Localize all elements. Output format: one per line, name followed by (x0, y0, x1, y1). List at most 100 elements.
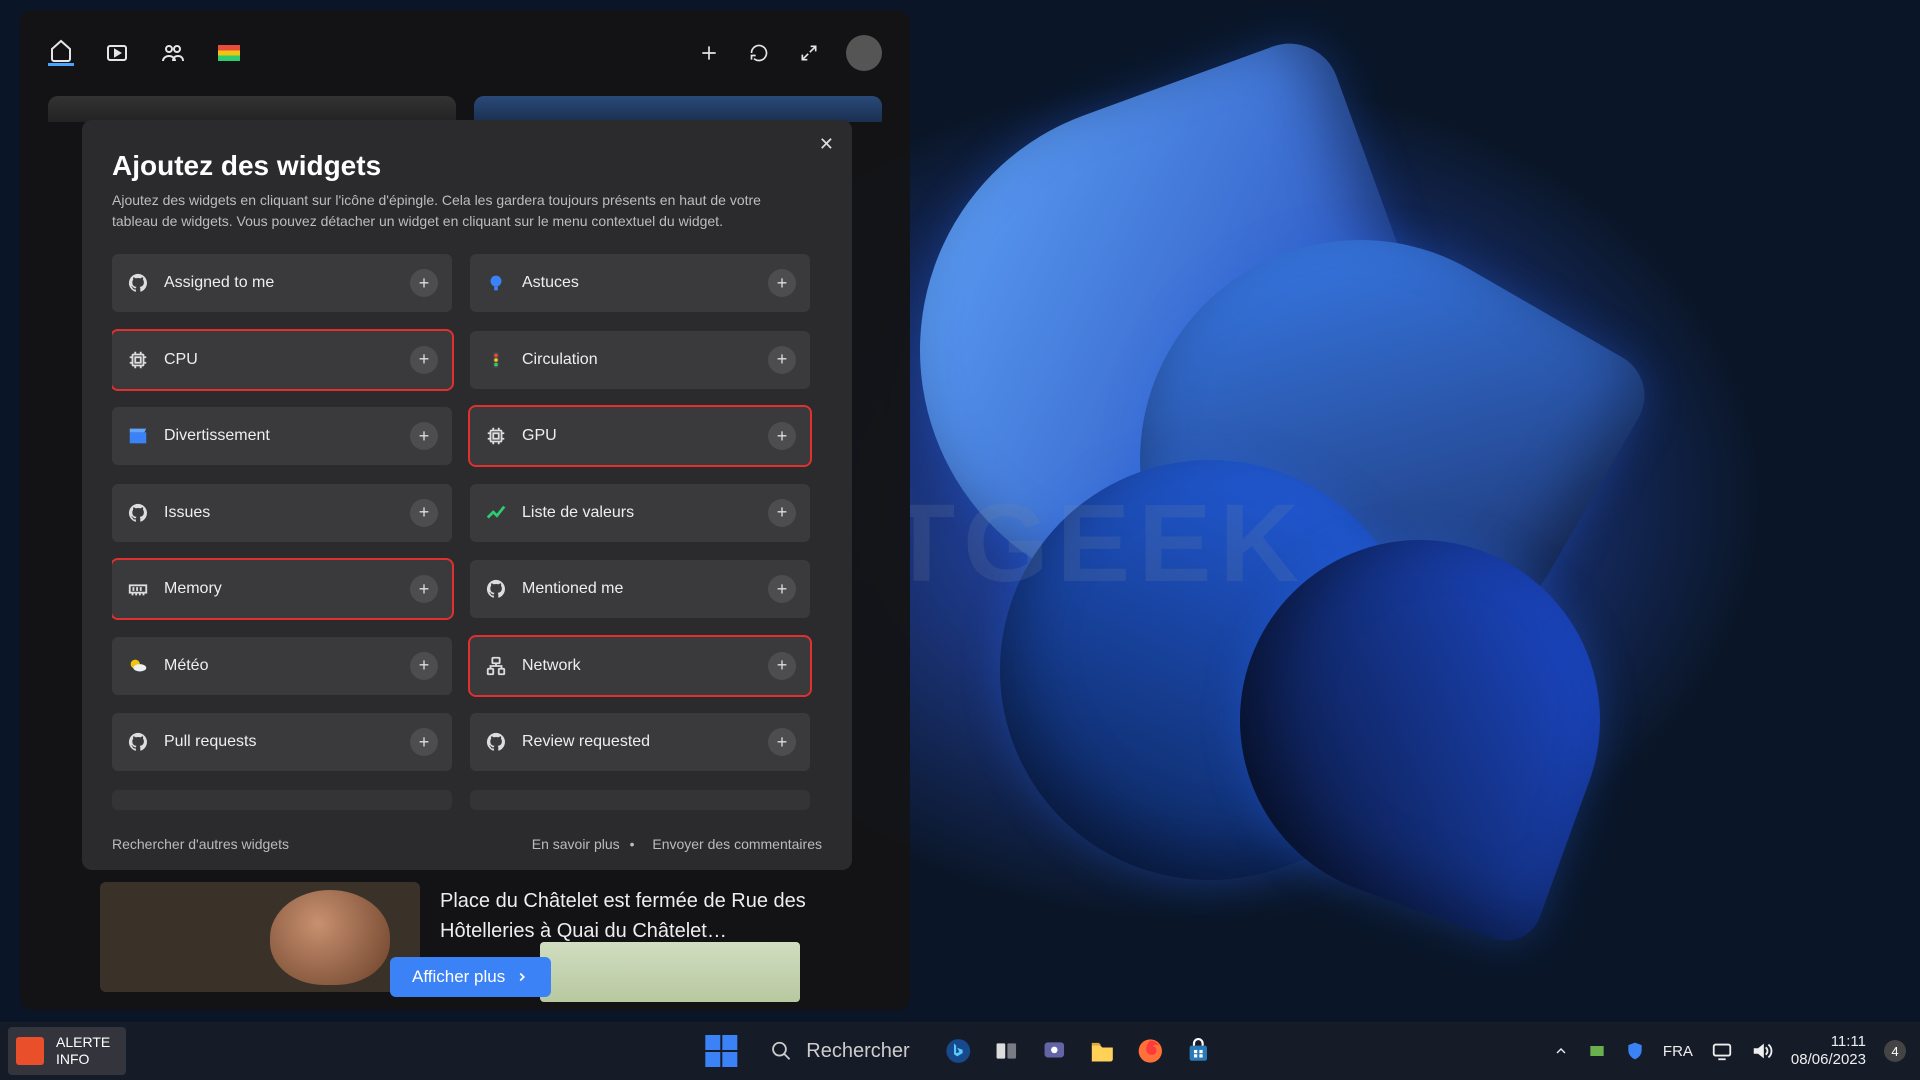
notification-badge[interactable]: 4 (1884, 1040, 1906, 1062)
widgets-panel-header (48, 28, 882, 78)
add-widget-button[interactable]: + (410, 346, 438, 374)
add-widget-button[interactable]: + (768, 422, 796, 450)
modal-subtitle: Ajoutez des widgets en cliquant sur l'ic… (112, 190, 772, 232)
volume-icon[interactable] (1751, 1040, 1773, 1062)
bulb-icon (484, 271, 508, 295)
add-widget-button[interactable]: + (768, 499, 796, 527)
modal-title: Ajoutez des widgets (112, 150, 822, 182)
github-icon (484, 577, 508, 601)
widget-item-assigned-to-me[interactable]: Assigned to me + (112, 254, 452, 312)
home-icon[interactable] (48, 40, 74, 66)
expand-icon[interactable] (796, 40, 822, 66)
widget-item-mentioned-me[interactable]: Mentioned me + (470, 560, 810, 618)
add-widget-button[interactable]: + (768, 728, 796, 756)
widget-item-network[interactable]: Network+ (470, 637, 810, 695)
flag-icon[interactable] (216, 40, 242, 66)
chip-icon (484, 424, 508, 448)
time-text: 11:11 (1791, 1033, 1866, 1051)
widget-item-label: Divertissement (164, 427, 396, 445)
task-view-icon[interactable] (990, 1034, 1024, 1068)
chevron-up-icon[interactable] (1553, 1043, 1569, 1059)
clapper-icon (126, 424, 150, 448)
widget-item-label: GPU (522, 427, 754, 445)
learn-more-link[interactable]: En savoir plus (532, 836, 620, 852)
search-icon (770, 1040, 792, 1062)
widget-item-cpu[interactable]: CPU + (112, 331, 452, 389)
display-icon[interactable] (1711, 1040, 1733, 1062)
github-icon (484, 730, 508, 754)
close-icon[interactable]: ✕ (819, 134, 834, 155)
add-widget-button[interactable]: + (768, 269, 796, 297)
taskbar: ALERTE INFO Rechercher FRA 11:11 08/06/2… (0, 1022, 1920, 1080)
widget-item-issues[interactable]: Issues + (112, 484, 452, 542)
alert-line2: INFO (56, 1051, 110, 1068)
taskbar-search[interactable]: Rechercher (752, 1034, 927, 1069)
ram-icon (126, 577, 150, 601)
widget-item-pull-requests[interactable]: Pull requests+ (112, 713, 452, 771)
start-button[interactable] (704, 1034, 738, 1068)
taskbar-widget-alert[interactable]: ALERTE INFO (8, 1027, 126, 1075)
alert-icon (16, 1037, 44, 1065)
video-icon[interactable] (104, 40, 130, 66)
widget-item-label: Assigned to me (164, 274, 396, 292)
search-widgets-link[interactable]: Rechercher d'autres widgets (112, 836, 289, 852)
widget-item-label: Mentioned me (522, 580, 754, 598)
github-icon (126, 730, 150, 754)
date-text: 08/06/2023 (1791, 1051, 1866, 1069)
add-icon[interactable] (696, 40, 722, 66)
widget-item-memory[interactable]: Memory+ (112, 560, 452, 618)
add-widget-button[interactable]: + (410, 652, 438, 680)
add-widget-button[interactable]: + (410, 728, 438, 756)
add-widget-button[interactable]: + (410, 499, 438, 527)
separator-dot: • (630, 836, 635, 852)
language-indicator[interactable]: FRA (1663, 1043, 1693, 1060)
widget-item-label: Météo (164, 657, 396, 675)
widget-item-partial (470, 790, 810, 810)
widget-item-label: Liste de valeurs (522, 504, 754, 522)
show-more-button[interactable]: Afficher plus (390, 957, 551, 997)
network-icon (484, 654, 508, 678)
security-icon[interactable] (1625, 1041, 1645, 1061)
firefox-icon[interactable] (1134, 1034, 1168, 1068)
widget-item-circulation[interactable]: Circulation + (470, 331, 810, 389)
add-widget-button[interactable]: + (768, 652, 796, 680)
clock[interactable]: 11:11 08/06/2023 (1791, 1033, 1866, 1069)
add-widget-button[interactable]: + (768, 346, 796, 374)
people-icon[interactable] (160, 40, 186, 66)
widget-item-liste-de-valeurs[interactable]: Liste de valeurs + (470, 484, 810, 542)
explorer-icon[interactable] (1086, 1034, 1120, 1068)
widget-item-gpu[interactable]: GPU + (470, 407, 810, 465)
news-thumbnail[interactable] (100, 882, 420, 992)
add-widget-button[interactable]: + (768, 575, 796, 603)
widget-item-review-requested[interactable]: Review requested+ (470, 713, 810, 771)
weather-icon (126, 654, 150, 678)
refresh-icon[interactable] (746, 40, 772, 66)
stocks-icon (484, 501, 508, 525)
avatar[interactable] (846, 35, 882, 71)
widget-item-partial (112, 790, 452, 810)
send-feedback-link[interactable]: Envoyer des commentaires (652, 836, 822, 852)
widget-item-label: Circulation (522, 351, 754, 369)
github-icon (126, 501, 150, 525)
widget-item-label: CPU (164, 351, 396, 369)
tray-icon-1[interactable] (1587, 1041, 1607, 1061)
search-placeholder: Rechercher (806, 1040, 909, 1063)
store-icon[interactable] (1182, 1034, 1216, 1068)
add-widget-button[interactable]: + (410, 269, 438, 297)
widget-item-astuces[interactable]: Astuces+ (470, 254, 810, 312)
add-widget-button[interactable]: + (410, 575, 438, 603)
bing-chat-icon[interactable] (942, 1034, 976, 1068)
widgets-grid: Assigned to me+Astuces+CPU+Circulation+D… (112, 254, 822, 814)
feed-cards-peek (48, 96, 882, 122)
widget-item-divertissement[interactable]: Divertissement + (112, 407, 452, 465)
chat-icon[interactable] (1038, 1034, 1072, 1068)
traffic-icon (484, 348, 508, 372)
github-icon (126, 271, 150, 295)
feed-card (474, 96, 882, 122)
widget-item-label: Issues (164, 504, 396, 522)
modal-footer: Rechercher d'autres widgets En savoir pl… (112, 814, 822, 852)
add-widgets-modal: ✕ Ajoutez des widgets Ajoutez des widget… (82, 120, 852, 870)
widget-item-météo[interactable]: Météo + (112, 637, 452, 695)
add-widget-button[interactable]: + (410, 422, 438, 450)
feed-card (48, 96, 456, 122)
